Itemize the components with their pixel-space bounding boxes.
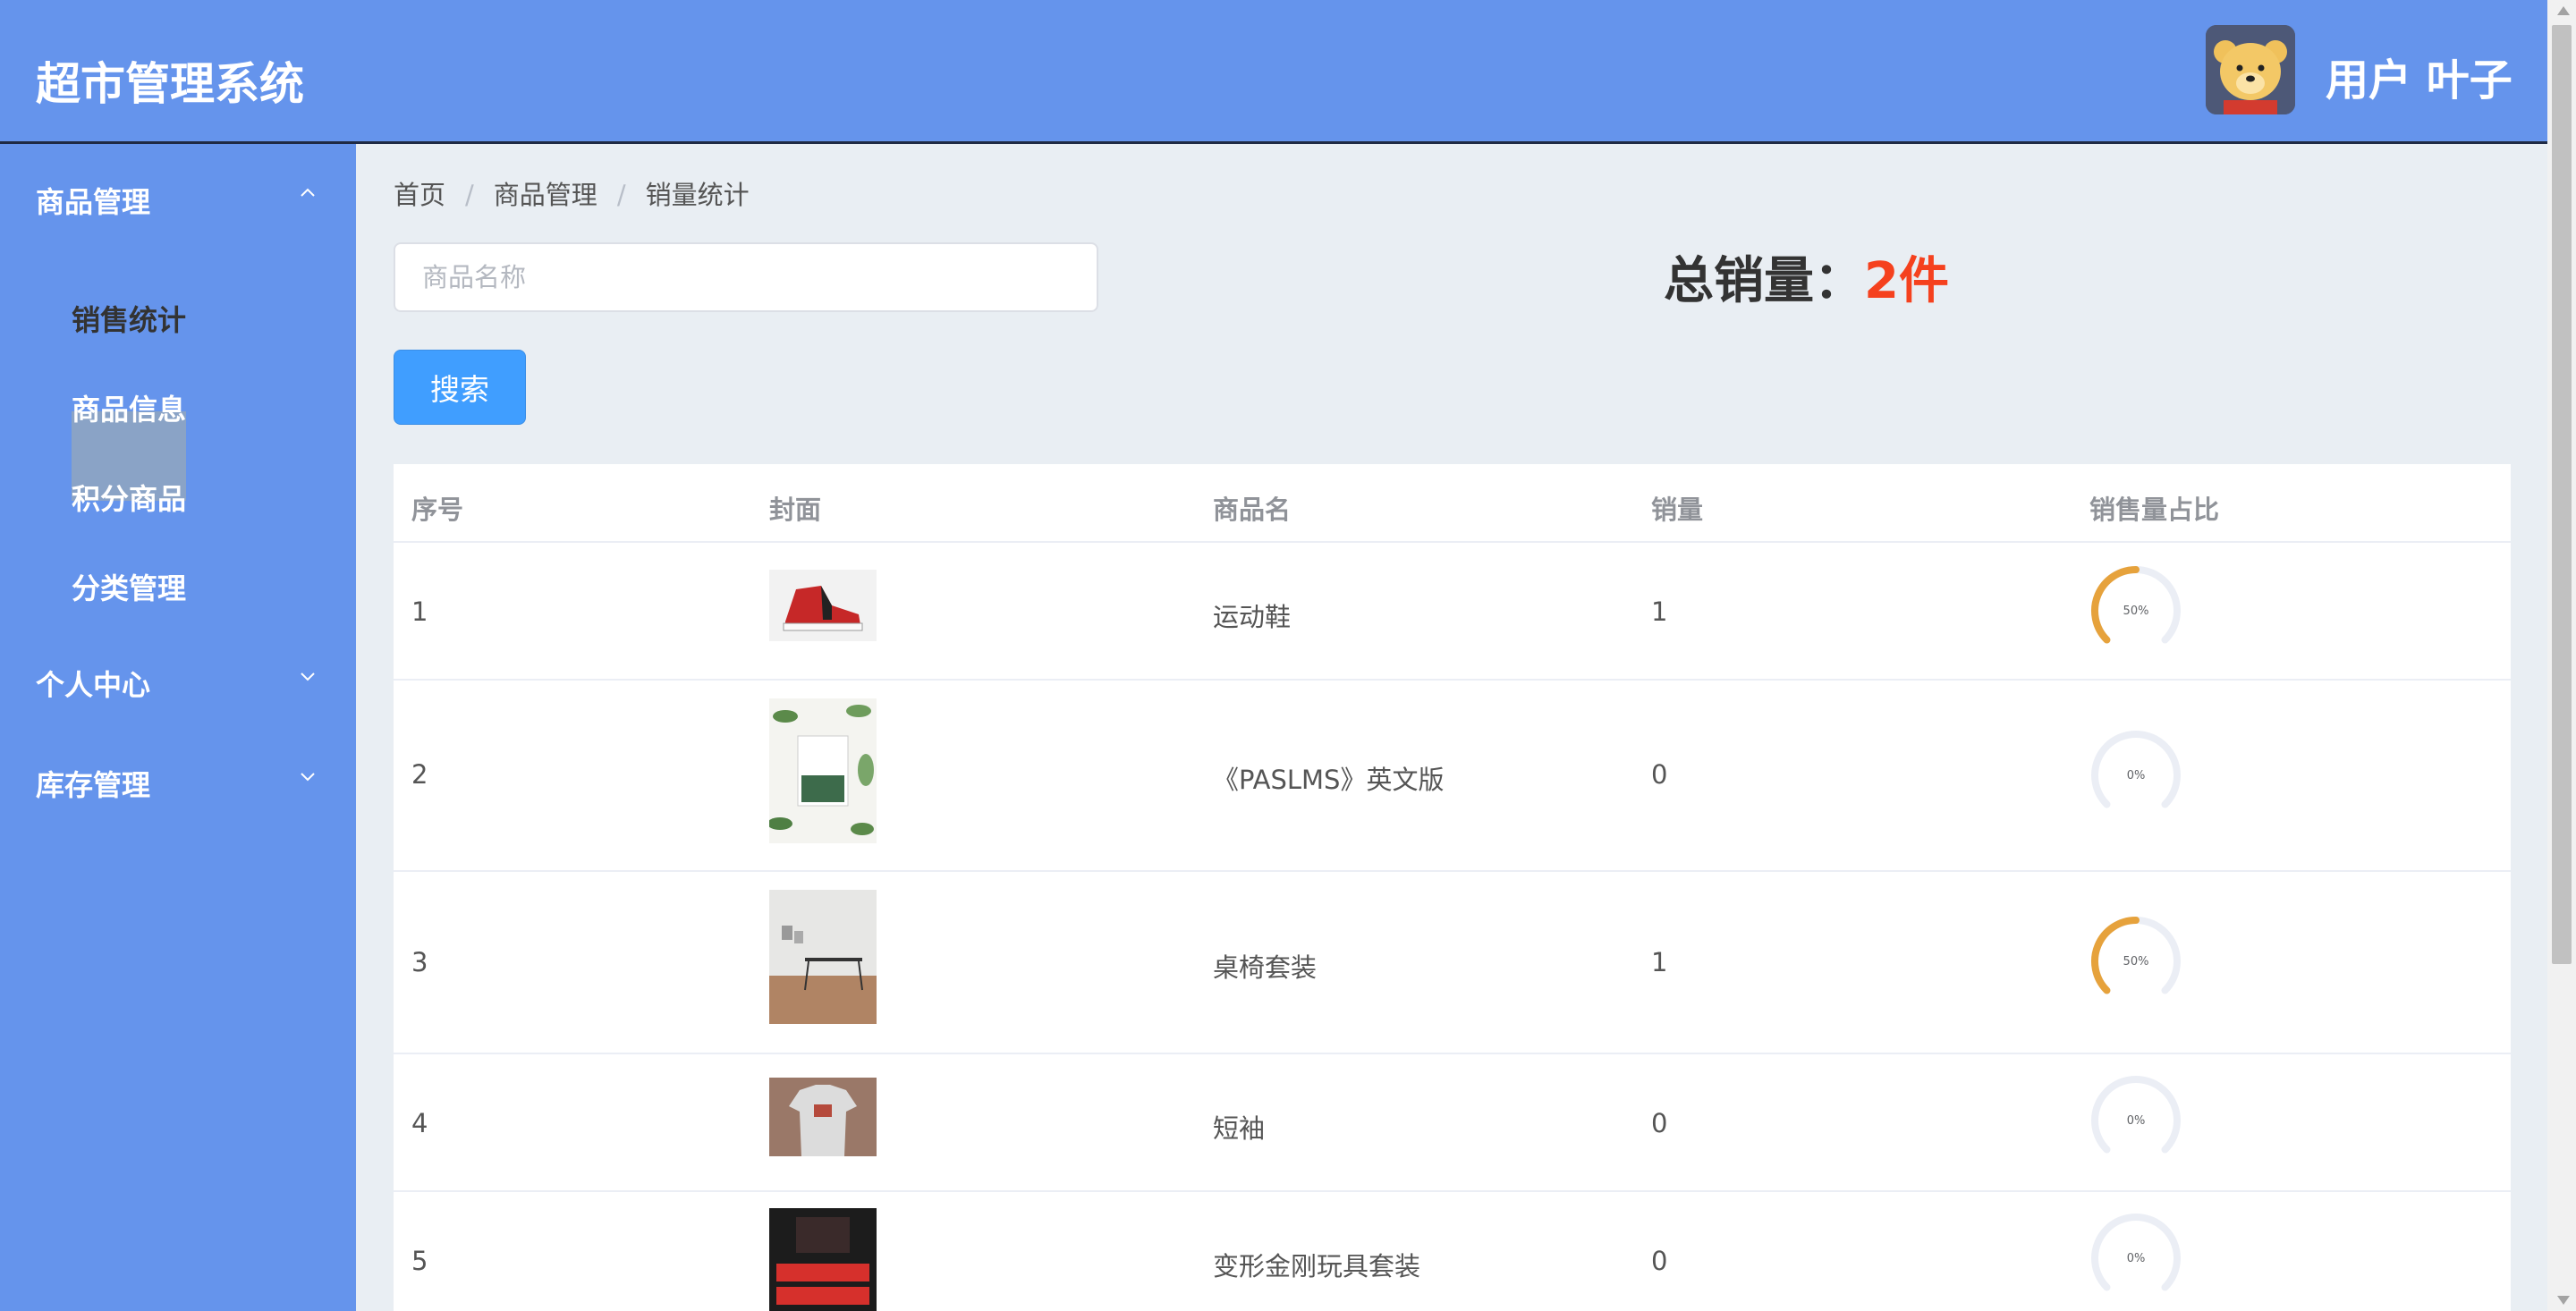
- book-cover-image: [769, 698, 877, 843]
- sales-ratio-ring: 0%: [2091, 1076, 2181, 1154]
- ratio-label: 0%: [2127, 1114, 2146, 1128]
- tshirt-cover-image: [769, 1078, 877, 1156]
- transformer-toy-cover-image: [769, 1208, 877, 1311]
- sidebar: 商品管理 销售统计 商品信息 积分商品 分类管理 个人中心 库存管理: [0, 144, 358, 1311]
- sneaker-cover-image: [769, 570, 877, 641]
- total-sales-label: 总销量：: [1664, 252, 1864, 310]
- sales-ratio-ring: 0%: [2091, 731, 2181, 808]
- row-index: 4: [411, 1108, 428, 1138]
- user-name[interactable]: 用户 叶子: [2326, 45, 2512, 107]
- menu-item-sales-stats[interactable]: 销售统计: [72, 298, 186, 339]
- menu-item-category-manage[interactable]: 分类管理: [72, 566, 186, 607]
- product-name: 桌椅套装: [1213, 952, 1318, 983]
- sales-count: 0: [1651, 759, 1668, 790]
- ratio-label: 50%: [2123, 605, 2149, 618]
- scrollbar-thumb[interactable]: [2552, 25, 2572, 964]
- sales-ratio-ring: 50%: [2091, 917, 2181, 994]
- table-header-row: 序号 封面 商品名 销量 销售量占比: [394, 464, 2511, 543]
- sales-count: 0: [1651, 1108, 1668, 1138]
- app-title: 超市管理系统: [36, 58, 304, 110]
- sales-table: 序号 封面 商品名 销量 销售量占比 1 运动鞋 1 50% 2 《PASLMS…: [394, 464, 2511, 1311]
- table-row: 1 运动鞋 1 50%: [394, 543, 2511, 681]
- total-sales: 总销量：2件: [1664, 241, 1949, 313]
- row-index: 2: [411, 759, 428, 790]
- user-avatar[interactable]: [2206, 25, 2295, 114]
- menu-group-personal-center[interactable]: 个人中心: [36, 663, 150, 704]
- breadcrumb-current: 销量统计: [645, 180, 750, 210]
- product-name: 《PASLMS》英文版: [1213, 765, 1445, 795]
- breadcrumb-separator: /: [616, 180, 626, 210]
- search-button[interactable]: 搜索: [394, 350, 526, 425]
- ratio-label: 0%: [2127, 769, 2146, 782]
- table-row: 2 《PASLMS》英文版 0 0%: [394, 681, 2511, 872]
- table-row: 5 变形金刚玩具套装 0 0%: [394, 1192, 2511, 1311]
- main-content: 首页 / 商品管理 / 销量统计 总销量：2件 搜索 序号 封面 商品名 销量 销售量占…: [358, 144, 2547, 1311]
- row-index: 3: [411, 947, 428, 977]
- column-header-name: 商品名: [1213, 495, 1292, 525]
- product-name: 运动鞋: [1213, 602, 1292, 632]
- menu-group-inventory[interactable]: 库存管理: [36, 763, 150, 804]
- desk-set-cover-image: [769, 890, 877, 1024]
- sales-count: 0: [1651, 1246, 1668, 1276]
- scroll-down-arrow-icon[interactable]: [2555, 1293, 2572, 1307]
- breadcrumb-separator: /: [465, 180, 474, 210]
- column-header-cover: 封面: [769, 495, 822, 525]
- column-header-sales: 销量: [1651, 495, 1704, 525]
- product-name: 短袖: [1213, 1113, 1266, 1144]
- bear-avatar-icon: [2206, 25, 2295, 114]
- scroll-up-arrow-icon[interactable]: [2555, 4, 2572, 18]
- column-header-index: 序号: [411, 495, 464, 525]
- row-index: 1: [411, 596, 428, 627]
- menu-item-points-goods[interactable]: 积分商品: [72, 477, 186, 518]
- top-header: 超市管理系统 用户 叶子: [0, 0, 2547, 144]
- table-row: 4 短袖 0 0%: [394, 1054, 2511, 1192]
- product-name: 变形金刚玩具套装: [1213, 1251, 1421, 1281]
- sales-count: 1: [1651, 947, 1668, 977]
- total-sales-value: 2件: [1864, 252, 1949, 310]
- breadcrumb-goods-manage[interactable]: 商品管理: [494, 180, 597, 210]
- column-header-ratio: 销售量占比: [2089, 495, 2220, 525]
- chevron-down-icon[interactable]: [300, 768, 316, 784]
- chevron-down-icon[interactable]: [300, 668, 316, 684]
- ratio-label: 0%: [2127, 1252, 2146, 1265]
- sales-ratio-ring: 0%: [2091, 1214, 2181, 1291]
- breadcrumb-home[interactable]: 首页: [394, 180, 445, 210]
- sales-count: 1: [1651, 596, 1668, 627]
- chevron-up-icon[interactable]: [300, 185, 316, 201]
- ratio-label: 50%: [2123, 955, 2149, 968]
- sales-ratio-ring: 50%: [2091, 566, 2181, 644]
- row-index: 5: [411, 1246, 428, 1276]
- menu-group-goods[interactable]: 商品管理: [36, 180, 150, 221]
- search-input[interactable]: [394, 242, 1098, 312]
- table-row: 3 桌椅套装 1 50%: [394, 872, 2511, 1054]
- menu-item-goods-info[interactable]: 商品信息: [72, 387, 186, 428]
- breadcrumb: 首页 / 商品管理 / 销量统计: [394, 174, 750, 212]
